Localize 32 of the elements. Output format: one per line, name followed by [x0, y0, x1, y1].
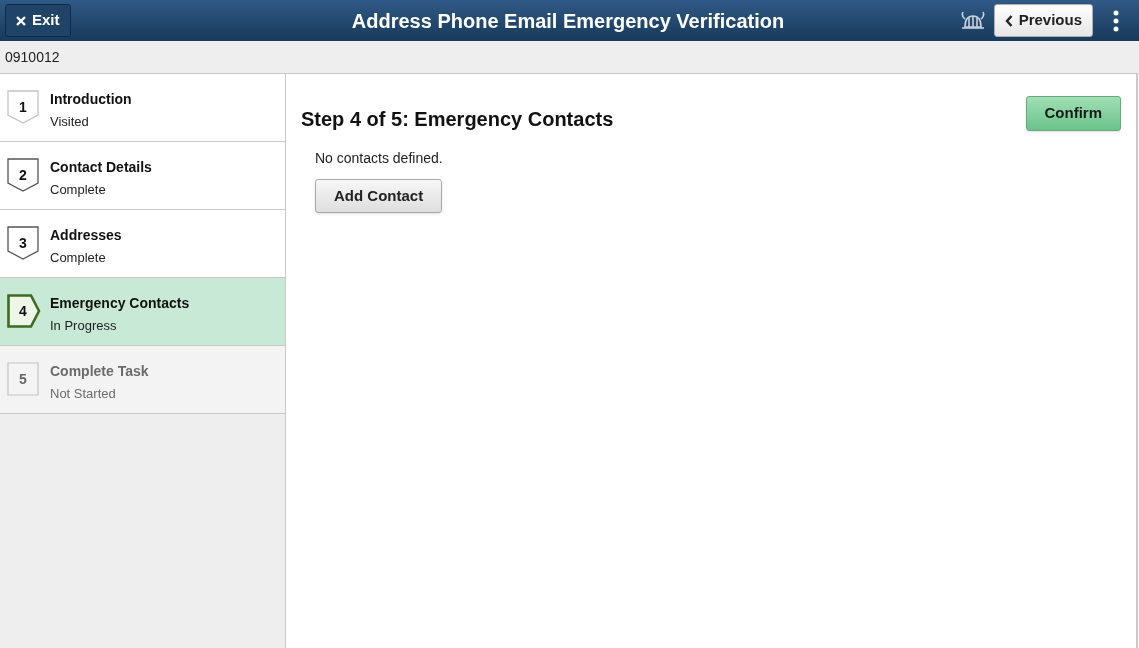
step-badge: 1: [7, 90, 41, 125]
step-status: Complete: [50, 181, 107, 199]
step-badge: 3: [7, 226, 41, 261]
step-badge: 4: [7, 294, 41, 329]
more-options-icon[interactable]: [1112, 9, 1120, 32]
step-status: In Progress: [50, 317, 118, 335]
step-title: Emergency Contacts: [50, 294, 190, 313]
step-status: Not Started: [50, 385, 117, 403]
empty-message: No contacts defined.: [315, 149, 444, 168]
step-item[interactable]: 3 Addresses Complete: [0, 210, 285, 278]
step-title: Introduction: [50, 90, 132, 109]
chevron-left-icon: [1004, 14, 1013, 27]
step-heading: Step 4 of 5: Emergency Contacts: [301, 107, 614, 132]
confirm-button[interactable]: Confirm: [1025, 96, 1121, 131]
step-item[interactable]: 1 Introduction Visited: [0, 74, 285, 142]
previous-button[interactable]: Previous: [993, 4, 1093, 37]
add-contact-button[interactable]: Add Contact: [315, 179, 443, 213]
step-title: Contact Details: [50, 158, 152, 177]
close-icon: [16, 15, 26, 26]
step-status: Complete: [50, 249, 107, 267]
step-badge: 2: [7, 158, 41, 193]
step-title: Complete Task: [50, 362, 149, 381]
step-title: Addresses: [50, 226, 122, 245]
exit-button[interactable]: Exit: [5, 4, 71, 37]
step-item[interactable]: 2 Contact Details Complete: [0, 142, 285, 210]
step-badge: 5: [7, 362, 41, 397]
page-title: Address Phone Email Emergency Verification: [350, 8, 786, 34]
step-item[interactable]: 5 Complete Task Not Started: [0, 346, 285, 414]
helmet-icon[interactable]: [959, 9, 986, 32]
step-status: Visited: [50, 113, 90, 131]
step-item[interactable]: 4 Emergency Contacts In Progress: [0, 278, 285, 346]
employee-id: 0910012: [5, 47, 60, 67]
